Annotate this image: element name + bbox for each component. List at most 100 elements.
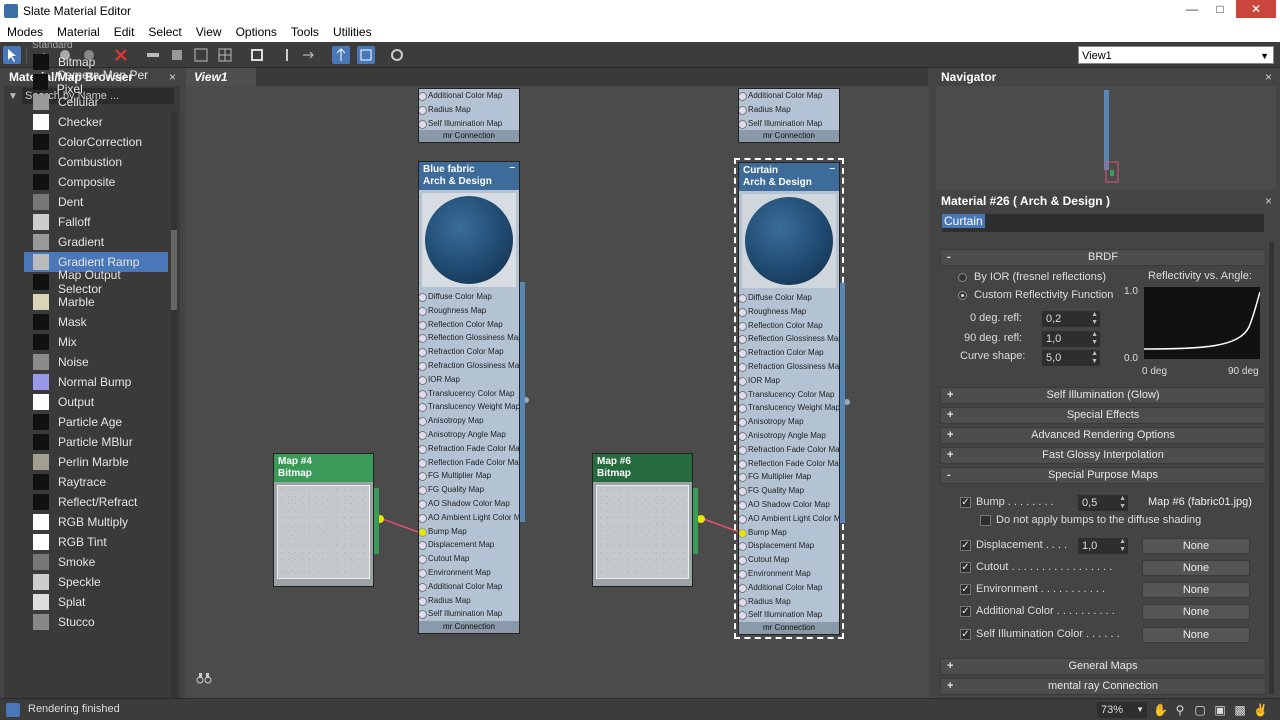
menu-edit[interactable]: Edit: [107, 25, 142, 39]
node-slot[interactable]: Translucency Color Map: [419, 387, 519, 401]
rollout-fast-glossy[interactable]: + Fast Glossy Interpolation: [940, 447, 1266, 464]
node-slot[interactable]: AO Ambient Light Color Map: [739, 512, 839, 526]
show-end-result-icon[interactable]: [300, 46, 318, 64]
node-slot[interactable]: FG Multiplier Map: [419, 469, 519, 483]
node-slot[interactable]: Reflection Glossiness Map: [419, 331, 519, 345]
node-top-left-partial[interactable]: Additional Color Map Radius Map Self Illum…: [418, 88, 520, 144]
node-slot[interactable]: Self Illumination Map: [419, 607, 519, 621]
node-slot[interactable]: Refraction Glossiness Map: [419, 359, 519, 373]
map-list-item[interactable]: Raytrace: [24, 472, 168, 492]
map-list-item[interactable]: RGB Multiply: [24, 512, 168, 532]
rollout-special-purpose-maps[interactable]: - Special Purpose Maps: [940, 467, 1266, 484]
node-slot[interactable]: Refraction Fade Color Map: [419, 442, 519, 456]
map-list-item[interactable]: RGB Tint: [24, 532, 168, 552]
node-slot[interactable]: AO Shadow Color Map: [739, 498, 839, 512]
zoom-selector[interactable]: 73% ▼: [1097, 702, 1147, 718]
menu-material[interactable]: Material: [50, 25, 107, 39]
node-slot[interactable]: Anisotropy Angle Map: [419, 428, 519, 442]
node-slot[interactable]: AO Shadow Color Map: [419, 497, 519, 511]
node-slot[interactable]: IOR Map: [419, 373, 519, 387]
node-blue-fabric[interactable]: Blue fabric Arch & Design – Diffuse Color …: [418, 161, 525, 635]
no-diffuse-bump-checkbox[interactable]: [980, 515, 991, 526]
bump-map-button[interactable]: Map #6 (fabric01.jpg): [1142, 495, 1258, 511]
node-slot[interactable]: Roughness Map: [419, 304, 519, 318]
map-list-item[interactable]: Normal Bump: [24, 372, 168, 392]
node-slot[interactable]: Reflection Glossiness Map: [739, 332, 839, 346]
node-view[interactable]: Additional Color Map Radius Map Self Illum…: [186, 86, 930, 698]
node-slot[interactable]: Translucency Weight Map: [739, 401, 839, 415]
map-list-item[interactable]: Composite: [24, 172, 168, 192]
node-top-right-partial[interactable]: Additional Color Map Radius Map Self Illum…: [738, 88, 840, 144]
map-list-item[interactable]: Camera Map Per Pixel: [24, 68, 168, 96]
node-slot[interactable]: Environment Map: [739, 567, 839, 581]
map-list-item[interactable]: Checker: [24, 112, 168, 132]
deg0-refl-spinner[interactable]: 0,2 ▲ ▼: [1042, 311, 1100, 327]
zoom-extents-icon[interactable]: ▣: [1213, 703, 1227, 717]
node-slot[interactable]: Refraction Fade Color Map: [739, 443, 839, 457]
node-slot[interactable]: Reflection Color Map: [739, 319, 839, 333]
node-slot[interactable]: FG Quality Map: [739, 484, 839, 498]
node-slot[interactable]: Anisotropy Map: [739, 415, 839, 429]
node-slot[interactable]: Cutout Map: [419, 552, 519, 566]
environment-map-button[interactable]: None: [1142, 582, 1250, 598]
displacement-amount-spinner[interactable]: 1,0 ▲ ▼: [1078, 538, 1128, 554]
node-slot[interactable]: Refraction Color Map: [739, 346, 839, 360]
zoom-icon[interactable]: ⚲: [1173, 703, 1187, 717]
menu-tools[interactable]: Tools: [284, 25, 326, 39]
options-icon[interactable]: [388, 46, 406, 64]
node-slot[interactable]: Radius Map: [419, 103, 519, 117]
node-slot[interactable]: Diffuse Color Map: [419, 290, 519, 304]
rollout-advanced-rendering[interactable]: + Advanced Rendering Options: [940, 427, 1266, 444]
node-slot[interactable]: Cutout Map: [739, 553, 839, 567]
node-slot[interactable]: Radius Map: [739, 103, 839, 117]
displacement-checkbox[interactable]: ✓: [960, 540, 971, 551]
deg90-refl-spinner[interactable]: 1,0 ▲ ▼: [1042, 331, 1100, 347]
select-tool-icon[interactable]: [3, 46, 21, 64]
node-slot[interactable]: Self Illumination Map: [739, 608, 839, 622]
material-name-field[interactable]: Curtain: [942, 214, 1264, 232]
map-list-item[interactable]: Dent: [24, 192, 168, 212]
menu-select[interactable]: Select: [141, 25, 188, 39]
node-slot[interactable]: Reflection Color Map: [419, 318, 519, 332]
rollout-mental-ray-connection[interactable]: + mental ray Connection: [940, 678, 1266, 695]
node-slot[interactable]: AO Ambient Light Color Map: [419, 511, 519, 525]
rollout-special-effects[interactable]: + Special Effects: [940, 407, 1266, 424]
map-list-item[interactable]: ColorCorrection: [24, 132, 168, 152]
hide-unused-icon[interactable]: [168, 46, 186, 64]
grid-icon[interactable]: [216, 46, 234, 64]
node-map4-bitmap[interactable]: Map #4 Bitmap: [273, 453, 379, 587]
self-illumination-color-checkbox[interactable]: ✓: [960, 629, 971, 640]
node-slot[interactable]: Bump Map: [419, 525, 519, 539]
node-slot[interactable]: Reflection Fade Color Map: [419, 456, 519, 470]
node-slot[interactable]: Displacement Map: [419, 538, 519, 552]
background-icon[interactable]: [248, 46, 266, 64]
node-slot[interactable]: Reflection Fade Color Map: [739, 457, 839, 471]
node-slot[interactable]: Environment Map: [419, 566, 519, 580]
node-slot[interactable]: Additional Color Map: [739, 581, 839, 595]
node-slot[interactable]: Roughness Map: [739, 305, 839, 319]
node-slot[interactable]: Bump Map: [739, 526, 839, 540]
bump-amount-spinner[interactable]: 0,5 ▲ ▼: [1078, 495, 1128, 511]
zoom-extents-selected-icon[interactable]: ▩: [1233, 703, 1247, 717]
tab-view1[interactable]: View1: [186, 68, 256, 86]
layout-all-icon[interactable]: [332, 46, 350, 64]
map-list-item[interactable]: Falloff: [24, 212, 168, 232]
curve-shape-spinner[interactable]: 5,0 ▲ ▼: [1042, 350, 1100, 366]
browser-scrollbar[interactable]: [171, 112, 177, 698]
map-list-item[interactable]: Perlin Marble: [24, 452, 168, 472]
map-list-item[interactable]: Stucco: [24, 612, 168, 630]
node-slot[interactable]: Translucency Color Map: [739, 388, 839, 402]
node-slot[interactable]: FG Quality Map: [419, 483, 519, 497]
rollout-general-maps[interactable]: + General Maps: [940, 658, 1266, 675]
node-slot[interactable]: Additional Color Map: [739, 89, 839, 103]
close-button[interactable]: ✕: [1236, 0, 1276, 18]
map-list-item[interactable]: Gradient: [24, 232, 168, 252]
map-list-item[interactable]: Mask: [24, 312, 168, 332]
align-icon[interactable]: [278, 46, 296, 64]
map-list-item[interactable]: Combustion: [24, 152, 168, 172]
node-slot[interactable]: Diffuse Color Map: [739, 291, 839, 305]
additional-color-checkbox[interactable]: ✓: [960, 606, 971, 617]
close-icon[interactable]: ×: [1265, 68, 1272, 86]
node-map6-bitmap[interactable]: Map #6 Bitmap: [592, 453, 698, 587]
map-list-item[interactable]: Map Output Selector: [24, 268, 168, 296]
